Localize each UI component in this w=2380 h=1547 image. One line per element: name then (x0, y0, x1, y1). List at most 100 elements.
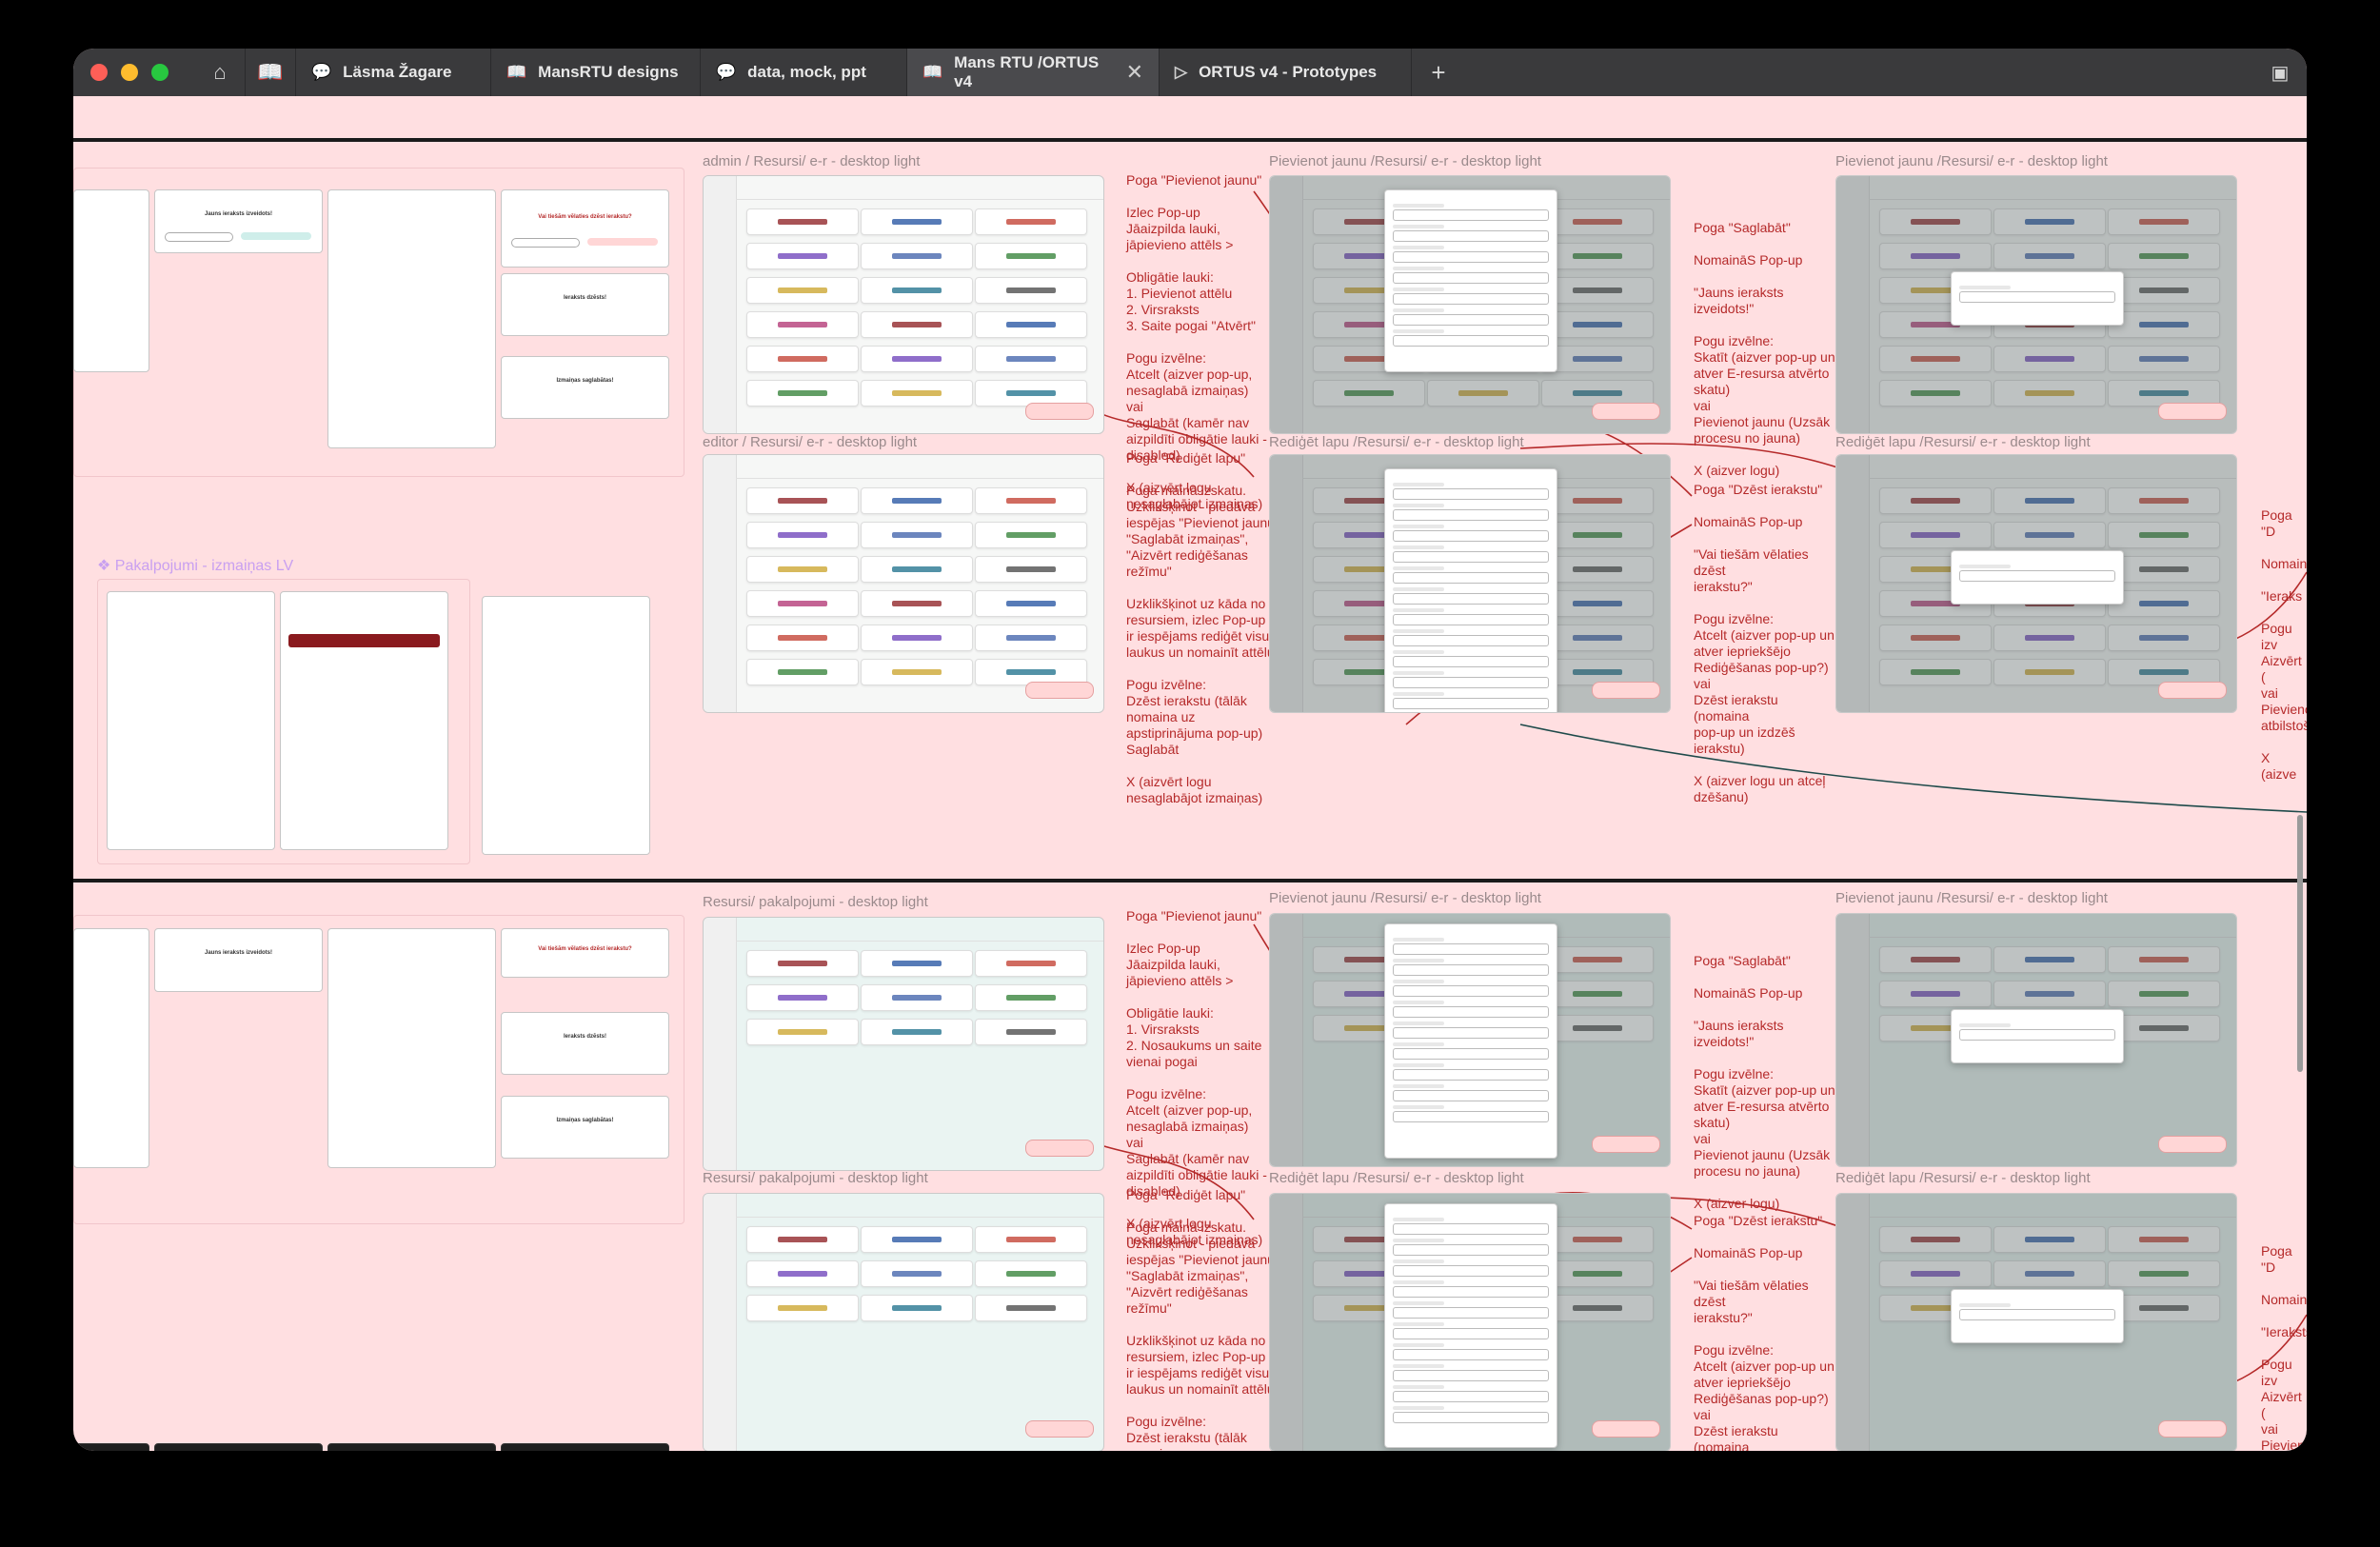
modal-card-saved[interactable]: Izmaiņas saglabātas! (501, 356, 669, 419)
desktop-frame[interactable] (1269, 454, 1671, 713)
new-tab-button[interactable]: + (1412, 49, 1465, 96)
resource-tile[interactable] (861, 277, 973, 304)
resource-tile[interactable] (746, 950, 859, 977)
resource-tile[interactable] (975, 556, 1087, 583)
resource-tile[interactable] (975, 346, 1087, 372)
form-field[interactable] (1393, 230, 1549, 242)
desktop-frame[interactable] (703, 454, 1104, 713)
resource-tile[interactable] (975, 311, 1087, 338)
resource-tile[interactable] (975, 1226, 1087, 1253)
form-field[interactable] (1393, 572, 1549, 584)
edit-page-chip[interactable] (1592, 682, 1660, 699)
resource-tile[interactable] (861, 1226, 973, 1253)
form-field[interactable] (1393, 335, 1549, 347)
resource-tile[interactable] (746, 1260, 859, 1287)
edit-page-chip[interactable] (1025, 682, 1094, 699)
zoom-window-button[interactable] (151, 64, 169, 81)
form-field[interactable] (1393, 1328, 1549, 1339)
resource-tile[interactable] (975, 1019, 1087, 1045)
edit-page-chip[interactable] (2158, 1420, 2227, 1438)
resource-tile[interactable] (746, 590, 859, 617)
form-field[interactable] (1393, 1412, 1549, 1423)
home-icon[interactable]: ⌂ (195, 49, 246, 96)
form-field[interactable] (1393, 1286, 1549, 1298)
resource-tile[interactable] (746, 625, 859, 651)
form-field[interactable] (1393, 1307, 1549, 1319)
resource-tile[interactable] (746, 659, 859, 685)
form-field[interactable] (1393, 964, 1549, 976)
resource-tile[interactable] (975, 950, 1087, 977)
popup-modal[interactable] (1951, 1009, 2124, 1063)
desktop-frame[interactable] (1835, 1193, 2237, 1451)
popup-modal[interactable] (1951, 1289, 2124, 1343)
edit-page-chip[interactable] (1025, 1140, 1094, 1157)
edit-page-chip[interactable] (1592, 1420, 1660, 1438)
desktop-frame[interactable] (1269, 175, 1671, 434)
resource-tile[interactable] (975, 487, 1087, 514)
form-field[interactable] (1393, 1006, 1549, 1018)
form-field[interactable] (1393, 509, 1549, 521)
resource-tile[interactable] (975, 984, 1087, 1011)
resource-tile[interactable] (975, 1260, 1087, 1287)
modal-card-created[interactable]: Jauns ieraksts izveidots! (154, 189, 323, 253)
popup-modal[interactable] (1951, 271, 2124, 326)
resource-tile[interactable] (861, 243, 973, 269)
form-field[interactable] (1959, 570, 2115, 582)
form-field[interactable] (1393, 293, 1549, 305)
resource-tile[interactable] (861, 556, 973, 583)
resource-tile[interactable] (861, 1260, 973, 1287)
desktop-frame[interactable] (703, 175, 1104, 434)
resource-tile[interactable] (746, 487, 859, 514)
form-field[interactable] (1393, 272, 1549, 284)
desktop-frame[interactable] (1835, 175, 2237, 434)
resource-tile[interactable] (746, 277, 859, 304)
minimize-window-button[interactable] (121, 64, 138, 81)
form-field[interactable] (1393, 1048, 1549, 1060)
modal-card-delete[interactable]: Vai tiešām vēlaties dzēst ierakstu? (501, 189, 669, 268)
form-field[interactable] (1393, 1265, 1549, 1277)
form-field[interactable] (1393, 314, 1549, 326)
modal-card-saved[interactable]: Izmaiņas saglabātas! (501, 1096, 669, 1159)
resource-tile[interactable] (861, 659, 973, 685)
resource-tile[interactable] (746, 556, 859, 583)
edit-page-chip[interactable] (2158, 1136, 2227, 1153)
resource-tile[interactable] (746, 522, 859, 548)
resource-tile[interactable] (975, 208, 1087, 235)
resource-tile[interactable] (975, 625, 1087, 651)
resource-tile[interactable] (746, 346, 859, 372)
popup-modal[interactable] (1384, 468, 1557, 712)
form-field[interactable] (1393, 251, 1549, 263)
resource-tile[interactable] (861, 380, 973, 407)
resource-tile[interactable] (861, 1019, 973, 1045)
resource-tile[interactable] (861, 208, 973, 235)
sidebar-toggle-icon[interactable]: ▣ (2253, 49, 2307, 96)
resource-tile[interactable] (975, 277, 1087, 304)
edit-modal-card[interactable] (327, 189, 496, 448)
dark-modal-card[interactable] (73, 1443, 149, 1451)
form-field[interactable] (1393, 1069, 1549, 1081)
tab-mans-rtu-ortus-v4[interactable]: 📖 Mans RTU /ORTUS v4 ✕ (907, 49, 1160, 96)
form-field[interactable] (1959, 1029, 2115, 1041)
form-field[interactable] (1959, 291, 2115, 303)
edit-page-chip[interactable] (1592, 1136, 1660, 1153)
dark-modal-card[interactable] (154, 1443, 323, 1451)
form-field[interactable] (1393, 551, 1549, 563)
form-field[interactable] (1393, 635, 1549, 646)
form-field[interactable] (1393, 488, 1549, 500)
form-field[interactable] (1393, 656, 1549, 667)
form-field[interactable] (1393, 593, 1549, 605)
form-field[interactable] (1393, 1244, 1549, 1256)
form-field[interactable] (1393, 1370, 1549, 1381)
modal-card[interactable] (73, 928, 149, 1168)
edit-page-chip[interactable] (1025, 403, 1094, 420)
tab-data-mock-ppt[interactable]: 💬 data, mock, ppt (701, 49, 907, 96)
form-field[interactable] (1393, 1223, 1549, 1235)
dark-modal-card[interactable] (501, 1443, 669, 1451)
vertical-scrollbar[interactable] (2297, 815, 2303, 1072)
form-field[interactable] (1393, 985, 1549, 997)
desktop-frame[interactable] (1835, 913, 2237, 1167)
resource-tile[interactable] (861, 625, 973, 651)
resource-tile[interactable] (746, 311, 859, 338)
form-field[interactable] (1393, 614, 1549, 625)
resource-tile[interactable] (975, 1295, 1087, 1321)
